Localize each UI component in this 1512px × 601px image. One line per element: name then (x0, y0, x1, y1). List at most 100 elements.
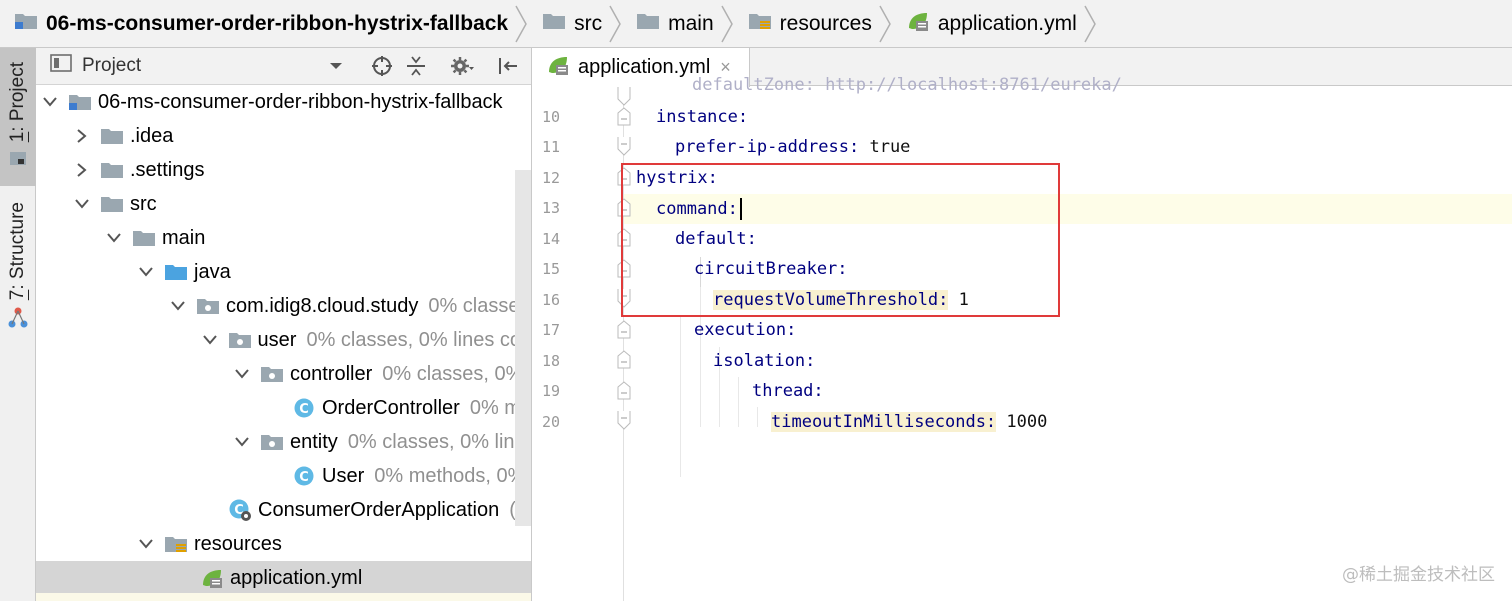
project-panel-title: Project (82, 55, 142, 76)
breadcrumb-separator-icon (515, 5, 527, 42)
project-panel: Project 06-ms-consumer-order-ribbon-hyst… (36, 48, 531, 601)
svg-text:C: C (299, 402, 309, 417)
tree-item-label: com.idig8.cloud.study (226, 294, 419, 317)
chevron-down-icon[interactable] (40, 92, 60, 112)
tree-item-label: user (257, 328, 297, 351)
chevron-down-icon[interactable] (168, 296, 188, 316)
tree-item-ordercontroller[interactable]: C OrderController 0% m (36, 391, 531, 425)
fold-marker-icon[interactable] (616, 107, 632, 127)
indent-guide (757, 407, 758, 427)
project-tree-scrollbar[interactable] (515, 170, 531, 526)
code-line-20: timeoutInMilliseconds: 1000 (771, 412, 1048, 432)
breadcrumb-label: application.yml (937, 11, 1077, 35)
tree-item-user[interactable]: user 0% classes, 0% lines cov (36, 323, 531, 357)
line-number: 12 (542, 169, 561, 187)
fold-marker-icon[interactable] (616, 137, 632, 157)
folder-icon (542, 11, 566, 37)
fold-marker-icon[interactable] (616, 320, 632, 340)
fold-marker-icon[interactable] (616, 411, 632, 431)
package-icon (260, 431, 284, 453)
folder-icon (132, 227, 156, 249)
locate-icon[interactable] (370, 54, 394, 78)
spring-yml-icon (906, 10, 930, 38)
code-line-10: instance: (656, 107, 749, 127)
breadcrumb-label: src (574, 11, 603, 35)
tree-item-label: User (322, 464, 365, 487)
tree-item-user-class[interactable]: C User 0% methods, 0% (36, 459, 531, 493)
tree-item-entity[interactable]: entity 0% classes, 0% line (36, 425, 531, 459)
line-number: 10 (542, 108, 561, 126)
structure-tool-window-button[interactable]: 7: Structure (0, 198, 36, 338)
tree-item-consumerorderapplication[interactable]: C ConsumerOrderApplication ( (36, 493, 531, 527)
tree-item-package-root[interactable]: com.idig8.cloud.study 0% classe (36, 289, 531, 323)
line-number: 17 (542, 321, 561, 339)
line-number: 13 (542, 199, 561, 217)
tree-item-controller[interactable]: controller 0% classes, 0% (36, 357, 531, 391)
class-icon: C (292, 465, 316, 487)
hide-icon[interactable] (496, 54, 520, 78)
resources-folder-icon (164, 533, 188, 555)
gear-icon[interactable] (450, 54, 474, 78)
tree-item-label: application.yml (230, 566, 363, 589)
project-window-icon (9, 149, 27, 172)
module-folder-icon (14, 11, 38, 37)
folder-icon (100, 159, 124, 181)
tool-window-strip: 1: Project 7: Structure (0, 48, 36, 601)
tree-item-idea[interactable]: .idea (36, 119, 531, 153)
breadcrumb-item-resources[interactable]: resources (748, 0, 906, 47)
coverage-info: 0% classes, 0% line (347, 430, 526, 453)
line-number: 15 (542, 260, 561, 278)
resources-folder-icon (748, 11, 772, 37)
folder-icon (100, 125, 124, 147)
fold-marker-icon[interactable] (616, 87, 632, 107)
project-panel-header: Project (36, 48, 531, 85)
folder-icon (100, 193, 124, 215)
breadcrumb-item-src[interactable]: src (542, 0, 636, 47)
chevron-right-icon[interactable] (72, 126, 92, 146)
code-editor[interactable]: 10 11 12 13 14 15 16 17 18 19 20 default… (532, 75, 1512, 601)
chevron-down-icon[interactable] (136, 262, 156, 282)
breadcrumb-separator-icon (879, 5, 891, 42)
coverage-info: 0% classe (428, 294, 520, 317)
fold-marker-icon[interactable] (616, 381, 632, 401)
code-line-partial: defaultZone: http://localhost:8761/eurek… (692, 75, 1122, 95)
tree-item-module[interactable]: 06-ms-consumer-order-ribbon-hystrix-fall… (36, 85, 531, 119)
chevron-right-icon[interactable] (72, 160, 92, 180)
spring-yml-icon (546, 54, 570, 82)
project-view-icon (50, 53, 72, 79)
module-folder-icon (68, 91, 92, 113)
chevron-down-icon[interactable] (324, 54, 348, 78)
tree-item-java[interactable]: java (36, 255, 531, 289)
chevron-down-icon[interactable] (104, 228, 124, 248)
chevron-down-icon[interactable] (72, 194, 92, 214)
chevron-down-icon[interactable] (200, 330, 220, 350)
navigation-breadcrumb: 06-ms-consumer-order-ribbon-hystrix-fall… (0, 0, 1512, 48)
code-line-17: execution: (694, 320, 797, 340)
highlight-annotation-box (621, 163, 1060, 317)
collapse-all-icon[interactable] (404, 54, 428, 78)
breadcrumb-item-main[interactable]: main (636, 0, 748, 47)
panel-bottom-strip (36, 593, 531, 601)
line-number: 18 (542, 352, 561, 370)
tree-item-src[interactable]: src (36, 187, 531, 221)
code-line-18: isolation: (713, 351, 816, 371)
breadcrumb-label: main (668, 11, 714, 35)
tree-item-label: main (162, 226, 206, 249)
tree-item-label: .idea (130, 124, 174, 147)
fold-marker-icon[interactable] (616, 350, 632, 370)
chevron-down-icon[interactable] (136, 534, 156, 554)
project-tool-window-button[interactable]: 1: Project (0, 48, 36, 186)
chevron-down-icon[interactable] (232, 364, 252, 384)
breadcrumb-item-module[interactable]: 06-ms-consumer-order-ribbon-hystrix-fall… (14, 0, 542, 47)
tree-item-settings[interactable]: .settings (36, 153, 531, 187)
chevron-down-icon[interactable] (232, 432, 252, 452)
breadcrumb-item-file[interactable]: application.yml (906, 0, 1111, 47)
tree-item-main[interactable]: main (36, 221, 531, 255)
tree-item-label: resources (194, 532, 282, 555)
line-number: 19 (542, 382, 561, 400)
tree-item-application-yml[interactable]: application.yml (36, 561, 531, 595)
breadcrumb-separator-icon (609, 5, 621, 42)
indent-guide (738, 377, 739, 427)
tree-item-resources[interactable]: resources (36, 527, 531, 561)
package-icon (196, 295, 220, 317)
